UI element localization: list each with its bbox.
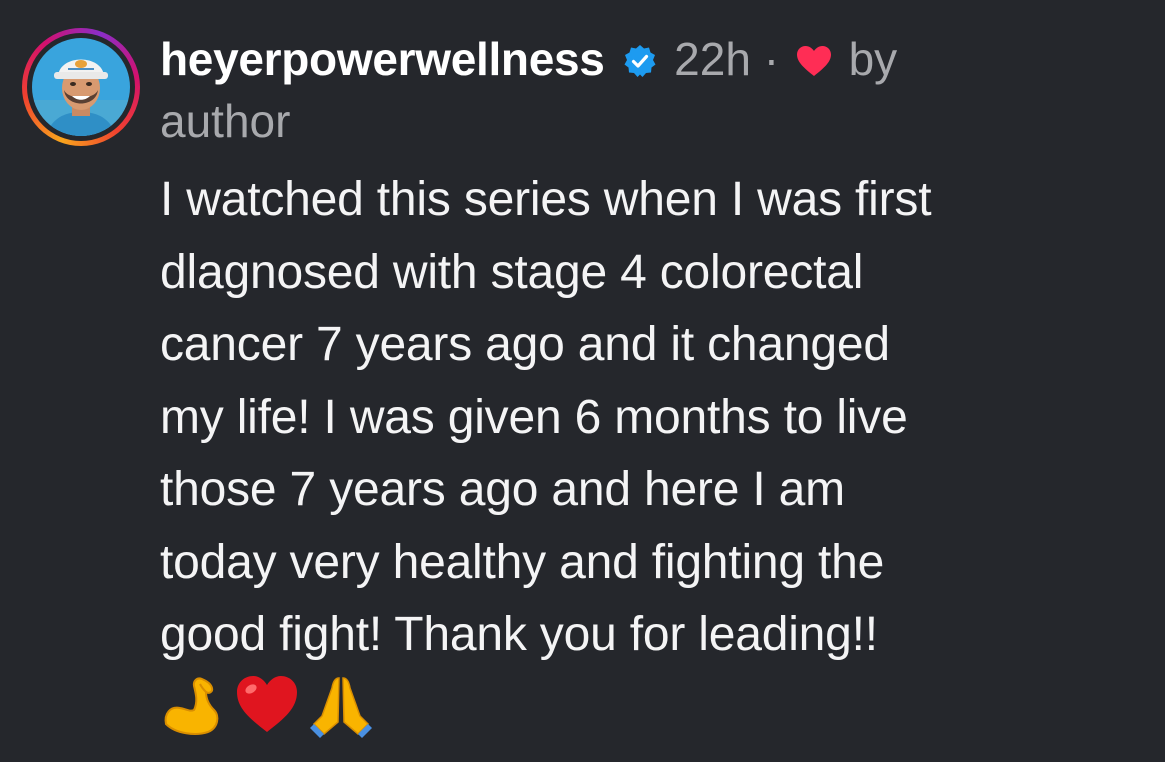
folded-hands-emoji — [308, 672, 374, 738]
separator-dot: · — [763, 33, 780, 85]
comment-text: I watched this series when I was first d… — [160, 164, 1150, 672]
comment: heyerpowerwellness 22h · by author I wat… — [0, 0, 1165, 762]
comment-text-line: dlagnosed with stage 4 colorectal — [160, 245, 864, 299]
heart-icon — [796, 30, 832, 76]
flexed-biceps-emoji — [160, 672, 226, 738]
comment-text-line: cancer 7 years ago and it changed — [160, 318, 890, 371]
red-heart-emoji — [234, 672, 300, 738]
comment-text-line: my life! I was given 6 months to live — [160, 390, 908, 444]
comment-text-line: those 7 years ago and here I am — [160, 463, 845, 516]
emoji-row — [160, 670, 374, 740]
avatar[interactable] — [32, 38, 130, 136]
comment-text-line: good fight! Thank you for leading!! — [160, 608, 878, 661]
timestamp: 22h — [674, 33, 751, 85]
avatar-gap — [27, 33, 135, 141]
story-ring[interactable] — [22, 28, 140, 146]
username[interactable]: heyerpowerwellness — [160, 33, 605, 85]
liked-by-who: author — [160, 95, 291, 147]
verified-badge-icon — [623, 31, 657, 77]
liked-by-label: by — [848, 33, 898, 85]
avatar-image — [32, 38, 130, 136]
comment-header: heyerpowerwellness 22h · by author — [160, 28, 1060, 152]
comment-text-line: today very healthy and fighting the — [160, 535, 885, 589]
comment-text-line: I watched this series when I was first — [160, 173, 932, 226]
